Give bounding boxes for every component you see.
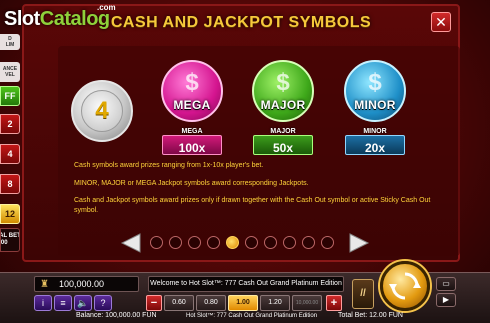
major-jackpot-coin-icon: $ bbox=[252, 60, 314, 122]
dollar-icon: $ bbox=[185, 69, 199, 96]
game-screen: D LIM ANCE VEL FF 2 4 8 12 AL BET .00 CASH … bbox=[0, 0, 490, 323]
previous-page-button[interactable] bbox=[120, 233, 142, 253]
toggle-off-button[interactable]: FF bbox=[0, 86, 20, 106]
major-coin-label: MAJOR bbox=[260, 98, 306, 112]
page-dot-4[interactable] bbox=[207, 236, 220, 249]
mega-jackpot-coin-icon: $ bbox=[161, 60, 223, 122]
watermark-com: .com bbox=[97, 3, 116, 12]
help-button[interactable]: ? bbox=[94, 295, 112, 311]
total-bet-label: AL BET .00 bbox=[0, 228, 20, 252]
lines-option-2[interactable]: 2 bbox=[0, 114, 20, 134]
lines-option-12[interactable]: 12 bbox=[0, 204, 20, 224]
dollar-icon: $ bbox=[368, 69, 382, 96]
arrow-right-icon bbox=[349, 233, 370, 253]
play-icon: ▶ bbox=[442, 295, 450, 304]
watermark-logo: SlotCatalog bbox=[4, 8, 110, 31]
page-dot-1[interactable] bbox=[150, 236, 163, 249]
watermark-text-a: Slot bbox=[4, 8, 40, 30]
minor-coin-label: MINOR bbox=[354, 98, 396, 112]
paytable-text-cash: Cash symbols award prizes ranging from 1… bbox=[74, 162, 264, 169]
major-prize-badge: MAJOR 50x bbox=[253, 128, 313, 155]
minor-badge-name: MINOR bbox=[363, 128, 387, 135]
page-dot-6[interactable] bbox=[245, 236, 258, 249]
paytable-pager bbox=[120, 232, 370, 254]
cash-coin-value: 4 bbox=[81, 90, 123, 132]
sound-button[interactable]: 🔈 bbox=[74, 295, 92, 311]
page-dot-7[interactable] bbox=[264, 236, 277, 249]
paytable-content: 4 $ MEGA MEGA 100x $ MAJOR MAJOR 50x $ M… bbox=[58, 46, 460, 256]
bet-decrease-button[interactable]: − bbox=[146, 295, 162, 311]
left-side-panel: D LIM ANCE VEL FF 2 4 8 12 AL BET .00 bbox=[0, 30, 20, 260]
mega-prize-badge: MEGA 100x bbox=[162, 128, 222, 155]
page-dot-10[interactable] bbox=[321, 236, 334, 249]
major-badge-name: MAJOR bbox=[270, 128, 296, 135]
mega-coin-label: MEGA bbox=[173, 98, 211, 112]
major-badge-value: 50x bbox=[272, 141, 294, 155]
balance-level-label: ANCE VEL bbox=[0, 62, 20, 82]
minor-prize-badge: MINOR 20x bbox=[345, 128, 405, 155]
mega-badge-value: 100x bbox=[178, 141, 206, 155]
paytable-text-condition: Cash and Jackpot symbols award prizes on… bbox=[74, 197, 431, 214]
bet-option-0-60[interactable]: 0.60 bbox=[164, 295, 194, 311]
balance-display: ♜ 100,000.00 bbox=[34, 276, 139, 292]
paytable-text-jackpot: MINOR, MAJOR or MEGA Jackpot symbols awa… bbox=[74, 180, 309, 187]
minor-badge-value: 20x bbox=[364, 141, 386, 155]
bet-option-1-00[interactable]: 1.00 bbox=[228, 295, 258, 311]
play-button[interactable]: ▶ bbox=[436, 293, 456, 307]
coin-stack-icon: ♜ bbox=[40, 279, 49, 290]
status-total-bet: Total Bet: 12.00 FUN bbox=[338, 312, 403, 319]
dollar-icon: $ bbox=[276, 69, 290, 96]
paytable-panel: CASH AND JACKPOT SYMBOLS ✕ 4 $ MEGA MEGA… bbox=[22, 4, 460, 262]
message-ticker: Welcome to Hot Slot™: 777 Cash Out Grand… bbox=[148, 276, 344, 292]
close-button[interactable]: ✕ bbox=[431, 12, 451, 32]
lines-option-8[interactable]: 8 bbox=[0, 174, 20, 194]
status-balance: Balance: 100,000.00 FUN bbox=[76, 312, 157, 319]
spin-arrows-icon bbox=[389, 272, 421, 300]
next-page-button[interactable] bbox=[348, 233, 370, 253]
page-dot-8[interactable] bbox=[283, 236, 296, 249]
page-dot-9[interactable] bbox=[302, 236, 315, 249]
page-dot-5[interactable] bbox=[226, 236, 239, 249]
bet-option-1-20[interactable]: 1.20 bbox=[260, 295, 290, 311]
page-dot-3[interactable] bbox=[188, 236, 201, 249]
spin-button[interactable] bbox=[380, 261, 430, 311]
gamble-limit-label: D LIM bbox=[0, 34, 20, 50]
window-icon: ▭ bbox=[442, 279, 450, 288]
arrow-left-icon bbox=[120, 233, 141, 253]
minor-jackpot-coin-icon: $ bbox=[344, 60, 406, 122]
bet-increase-button[interactable]: + bbox=[326, 295, 342, 311]
status-game-name: Hot Slot™: 777 Cash Out Grand Platinum E… bbox=[186, 313, 318, 319]
control-bar: ♜ 100,000.00 Welcome to Hot Slot™: 777 C… bbox=[0, 261, 490, 323]
bet-option-10000[interactable]: 10,000.00 bbox=[292, 295, 322, 311]
mega-badge-name: MEGA bbox=[181, 128, 203, 135]
autoplay-button[interactable]: // bbox=[352, 279, 374, 309]
lines-option-4[interactable]: 4 bbox=[0, 144, 20, 164]
menu-button[interactable]: ≡ bbox=[54, 295, 72, 311]
info-button[interactable]: i bbox=[34, 295, 52, 311]
page-dot-2[interactable] bbox=[169, 236, 182, 249]
balance-value: 100,000.00 bbox=[59, 279, 105, 289]
fullscreen-button[interactable]: ▭ bbox=[436, 277, 456, 291]
cash-coin-icon: 4 bbox=[71, 80, 133, 142]
bet-option-0-80[interactable]: 0.80 bbox=[196, 295, 226, 311]
